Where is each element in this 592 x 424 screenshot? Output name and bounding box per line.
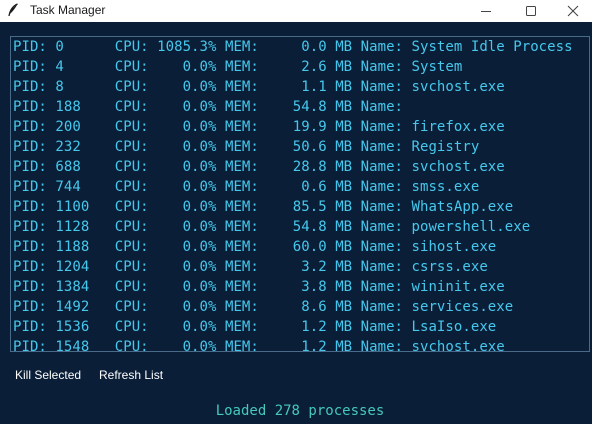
close-icon: [567, 5, 578, 17]
kill-selected-button[interactable]: Kill Selected: [15, 366, 81, 384]
close-button[interactable]: [553, 0, 592, 22]
process-row[interactable]: PID: 200 CPU: 0.0% MEM: 19.9 MB Name: fi…: [13, 117, 589, 137]
process-list[interactable]: PID: 0 CPU: 1085.3% MEM: 0.0 MB Name: Sy…: [10, 36, 590, 352]
process-row[interactable]: PID: 232 CPU: 0.0% MEM: 50.6 MB Name: Re…: [13, 137, 589, 157]
process-row[interactable]: PID: 4 CPU: 0.0% MEM: 2.6 MB Name: Syste…: [13, 57, 589, 77]
minimize-button[interactable]: [463, 0, 509, 22]
refresh-list-button[interactable]: Refresh List: [99, 366, 163, 384]
task-manager-window: Task Manager PID: 0 CPU: 1085.3% MEM: 0.…: [0, 0, 592, 424]
feather-icon: [6, 3, 20, 18]
process-row[interactable]: PID: 188 CPU: 0.0% MEM: 54.8 MB Name:: [13, 97, 589, 117]
process-row[interactable]: PID: 1492 CPU: 0.0% MEM: 8.6 MB Name: se…: [13, 297, 589, 317]
maximize-button[interactable]: [508, 0, 554, 22]
process-row[interactable]: PID: 1204 CPU: 0.0% MEM: 3.2 MB Name: cs…: [13, 257, 589, 277]
process-row[interactable]: PID: 1384 CPU: 0.0% MEM: 3.8 MB Name: wi…: [13, 277, 589, 297]
process-row[interactable]: PID: 1536 CPU: 0.0% MEM: 1.2 MB Name: Ls…: [13, 317, 589, 337]
process-row[interactable]: PID: 1188 CPU: 0.0% MEM: 60.0 MB Name: s…: [13, 237, 589, 257]
process-row[interactable]: PID: 1548 CPU: 0.0% MEM: 1.2 MB Name: sv…: [13, 337, 589, 351]
process-row[interactable]: PID: 8 CPU: 0.0% MEM: 1.1 MB Name: svcho…: [13, 77, 589, 97]
maximize-icon: [526, 6, 536, 16]
window-title: Task Manager: [30, 3, 106, 17]
process-row[interactable]: PID: 744 CPU: 0.0% MEM: 0.6 MB Name: sms…: [13, 177, 589, 197]
title-bar[interactable]: Task Manager: [0, 0, 592, 22]
status-text: Loaded 278 processes: [215, 403, 385, 419]
process-row[interactable]: PID: 688 CPU: 0.0% MEM: 28.8 MB Name: sv…: [13, 157, 589, 177]
process-row[interactable]: PID: 1100 CPU: 0.0% MEM: 85.5 MB Name: W…: [13, 197, 589, 217]
minimize-icon: [481, 11, 491, 12]
process-list-items: PID: 0 CPU: 1085.3% MEM: 0.0 MB Name: Sy…: [13, 37, 589, 351]
process-row[interactable]: PID: 0 CPU: 1085.3% MEM: 0.0 MB Name: Sy…: [13, 37, 589, 57]
process-row[interactable]: PID: 1128 CPU: 0.0% MEM: 54.8 MB Name: p…: [13, 217, 589, 237]
